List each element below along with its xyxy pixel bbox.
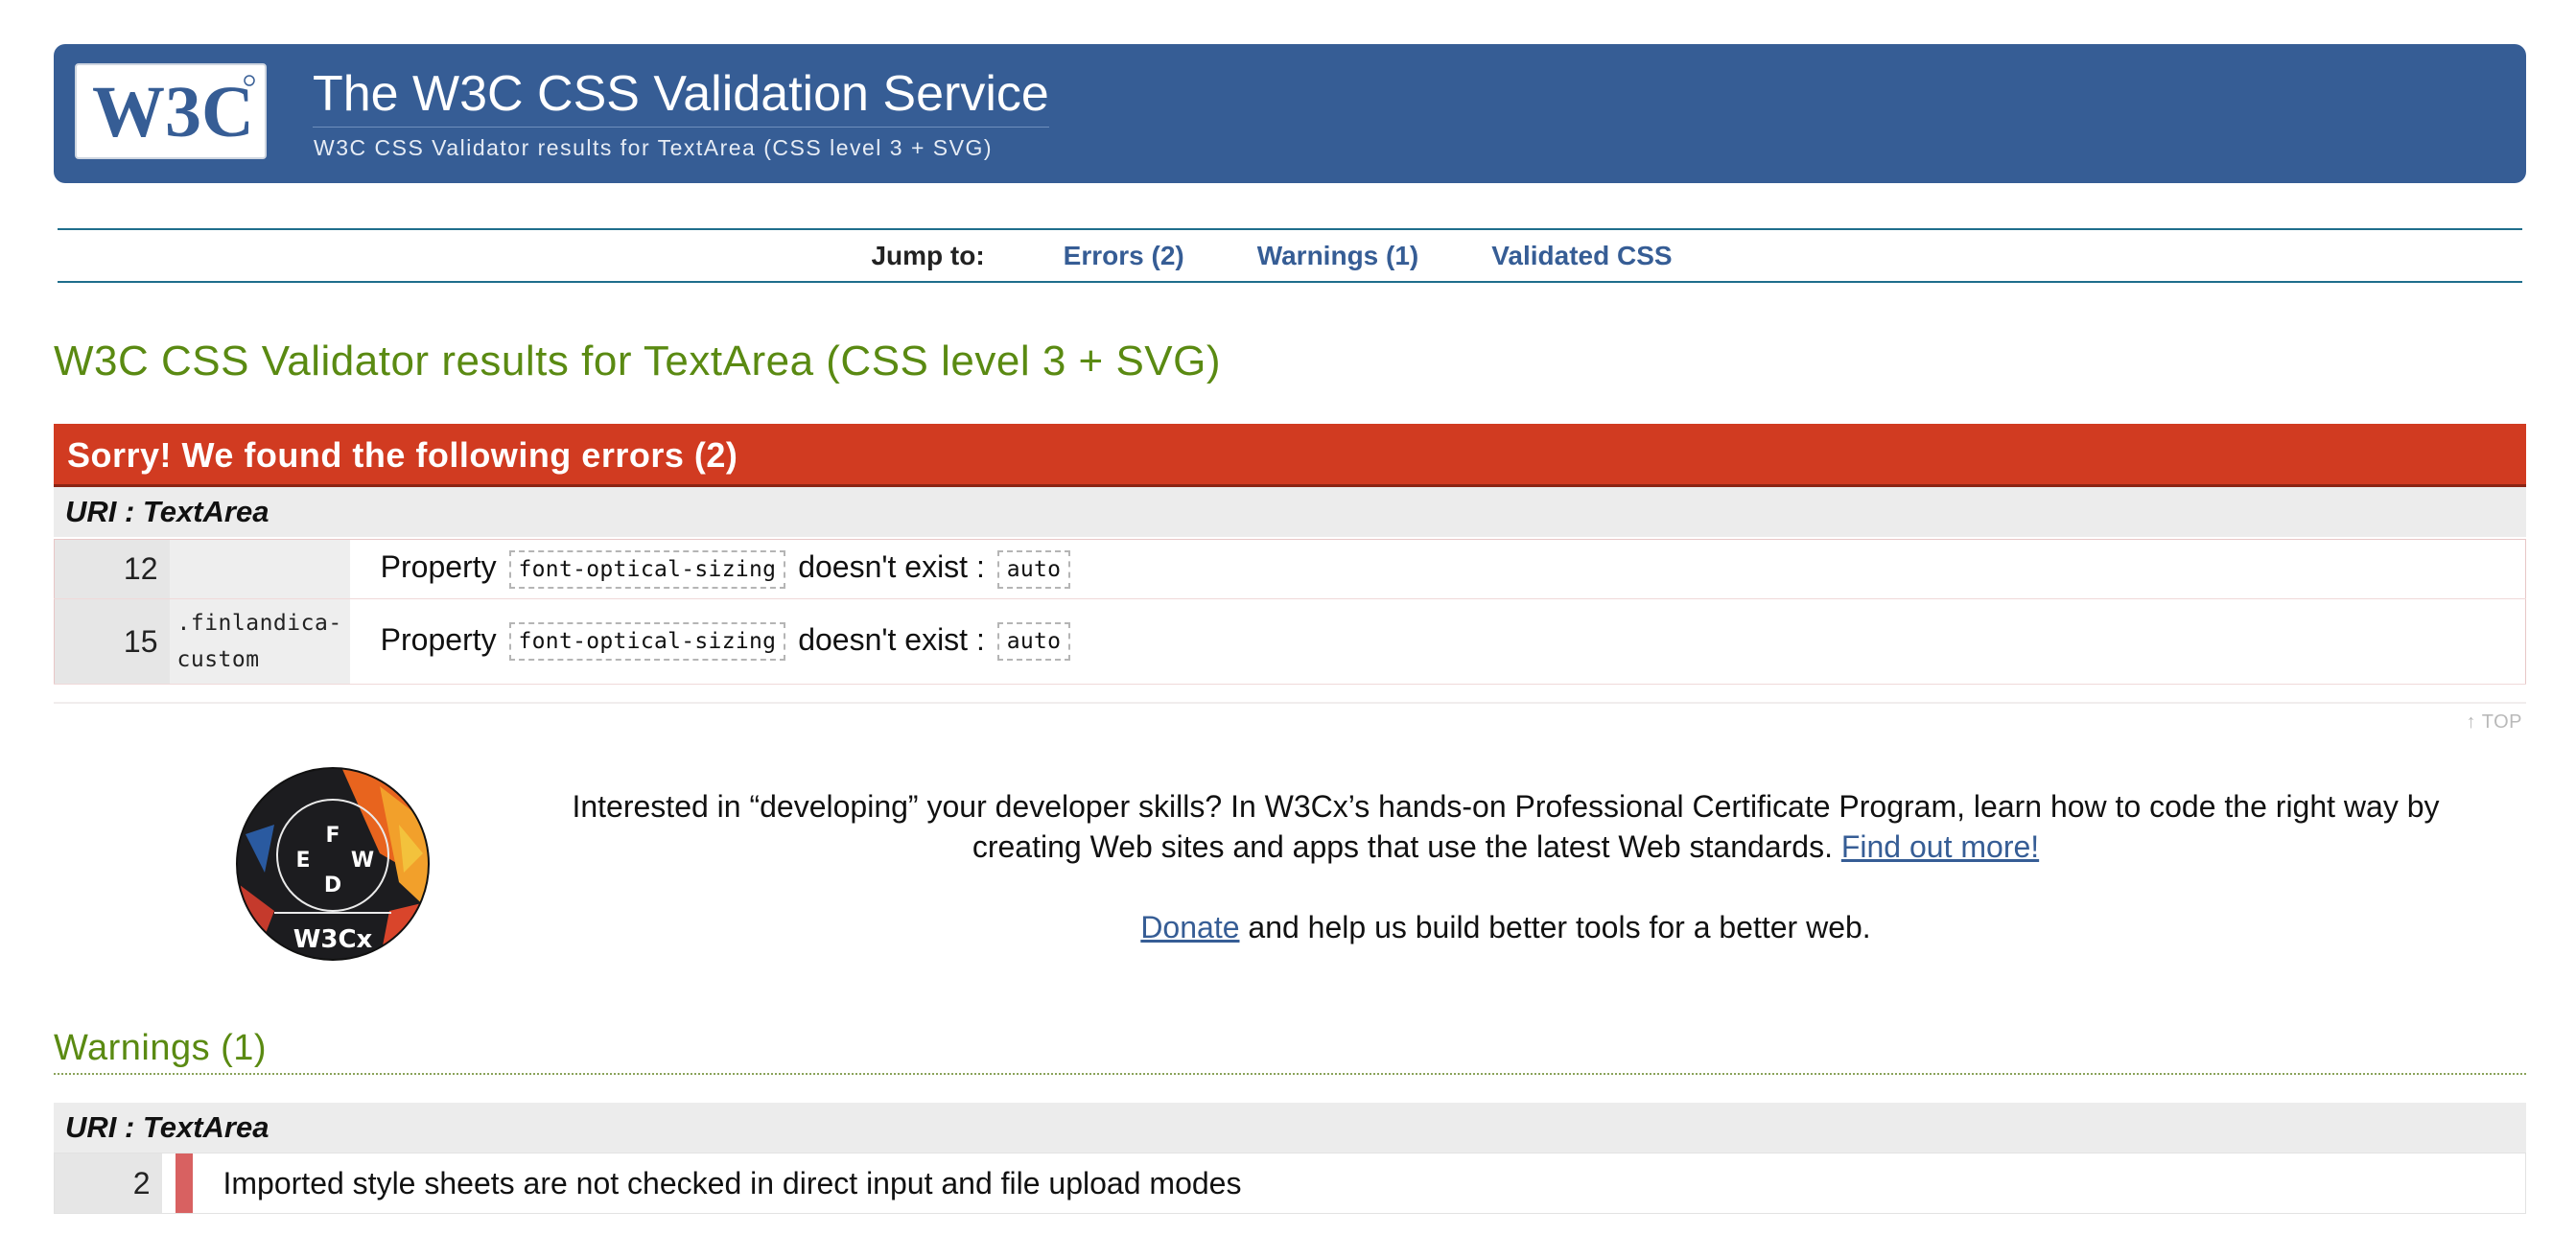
warning-line-number: 2 [54, 1153, 162, 1214]
error-value-code: auto [996, 622, 1071, 662]
section-divider [54, 702, 2526, 704]
error-message: Property font-optical-sizing doesn't exi… [350, 540, 2526, 599]
error-property-code: font-optical-sizing [508, 622, 786, 662]
badge-text: W3Cx [293, 925, 373, 954]
back-to-top-link[interactable]: ↑ TOP [2467, 711, 2522, 734]
find-out-more-link[interactable]: Find out more! [1841, 829, 2039, 864]
warning-level-marker [175, 1153, 193, 1214]
page: W3C The W3C CSS Validation Service W3C C… [0, 0, 2576, 1235]
svg-text:F: F [325, 824, 340, 848]
warnings-uri-label: URI : TextArea [54, 1103, 2526, 1153]
service-title[interactable]: The W3C CSS Validation Service [313, 63, 1049, 128]
error-message: Property font-optical-sizing doesn't exi… [350, 599, 2526, 685]
error-line-number: 12 [54, 539, 170, 599]
error-middle: doesn't exist : [798, 549, 985, 585]
donate-link[interactable]: Donate [1140, 910, 1239, 944]
jump-warnings-link[interactable]: Warnings (1) [1257, 241, 1419, 271]
jump-errors-link[interactable]: Errors (2) [1064, 241, 1184, 271]
error-context [169, 539, 350, 599]
warnings-heading: Warnings (1) [54, 1028, 2526, 1075]
warning-message: Imported style sheets are not checked in… [222, 1165, 1242, 1200]
error-row: 15 .finlandica-custom Property font-opti… [54, 598, 2526, 685]
errors-table: 12 Property font-optical-sizing doesn't … [54, 539, 2526, 685]
warning-spacer [161, 1153, 176, 1214]
error-context: .finlandica-custom [169, 598, 350, 685]
header-banner: W3C The W3C CSS Validation Service W3C C… [54, 44, 2526, 183]
front-end-developer-badge[interactable]: F E W D W3Cx [236, 767, 430, 961]
error-row: 12 Property font-optical-sizing doesn't … [54, 539, 2526, 599]
donate-body: and help us build better tools for a bet… [1248, 910, 1871, 944]
svg-text:E: E [295, 849, 310, 873]
error-value-code: auto [996, 549, 1071, 589]
jump-label: Jump to: [871, 240, 985, 270]
errors-uri-label: URI : TextArea [54, 487, 2526, 537]
warnings-table: 2 Imported style sheets are not checked … [54, 1153, 2526, 1214]
jump-validated-css-link[interactable]: Validated CSS [1491, 241, 1672, 271]
promo-text: Interested in “developing” your develope… [537, 786, 2474, 867]
error-prefix: Property [380, 621, 497, 657]
service-subtitle: W3C CSS Validator results for TextArea (… [314, 135, 994, 160]
jump-nav: Jump to: Errors (2) Warnings (1) Validat… [58, 228, 2522, 283]
error-middle: doesn't exist : [798, 621, 985, 657]
errors-header: Sorry! We found the following errors (2) [54, 424, 2526, 487]
svg-text:D: D [324, 874, 341, 897]
page-title: W3C CSS Validator results for TextArea (… [54, 338, 1222, 384]
error-property-code: font-optical-sizing [508, 549, 786, 589]
w3c-logo-text: W3C [92, 72, 254, 152]
w3c-logo[interactable]: W3C [75, 63, 267, 159]
error-prefix: Property [380, 549, 497, 585]
warning-row: 2 Imported style sheets are not checked … [54, 1153, 2526, 1214]
donate-text: Donate and help us build better tools fo… [537, 907, 2474, 947]
promo-body: Interested in “developing” your develope… [572, 789, 2440, 864]
svg-text:W: W [351, 849, 374, 873]
error-line-number: 15 [54, 598, 170, 685]
